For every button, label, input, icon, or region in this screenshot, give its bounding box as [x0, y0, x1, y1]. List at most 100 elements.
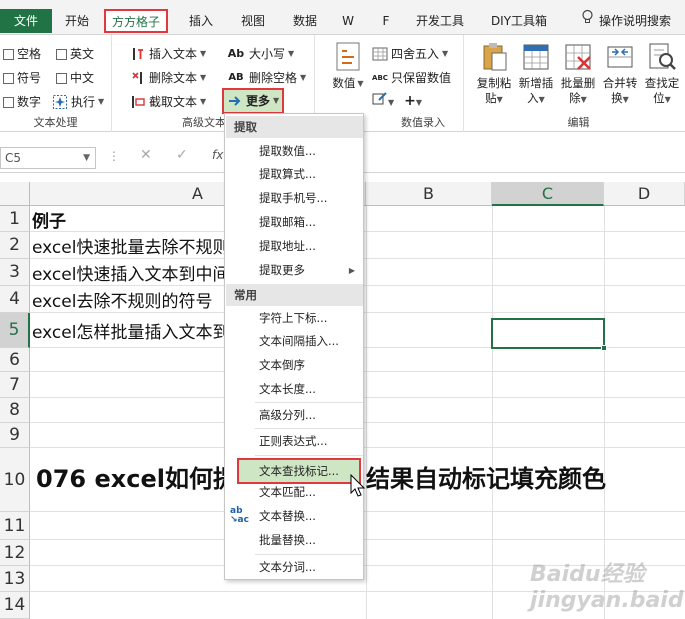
chevron-down-icon: ▼	[538, 95, 545, 104]
insert-new-button[interactable]: 新增插 入▼	[516, 41, 556, 107]
checkbox-box[interactable]	[3, 72, 14, 84]
checkbox-space[interactable]: 空格	[3, 44, 41, 64]
round-button[interactable]: 四舍五入 ▼	[372, 44, 448, 64]
menu-item-text-length[interactable]: 文本长度...	[226, 378, 363, 401]
chevron-down-icon[interactable]: ▼	[83, 148, 90, 168]
gridline	[366, 206, 367, 619]
column-header-b[interactable]: B	[366, 182, 492, 206]
chevron-down-icon: ▼	[288, 49, 295, 58]
row-header-2[interactable]: 2	[0, 232, 30, 259]
tell-me-label: 操作说明搜索	[598, 14, 671, 28]
tab-diy-toolbox[interactable]: DIY工具箱	[484, 9, 554, 33]
row-header-6[interactable]: 6	[0, 348, 30, 372]
menu-item-extract-formula[interactable]: 提取算式...	[226, 163, 363, 186]
menu-item-extract-more[interactable]: 提取更多 ▶	[226, 259, 363, 282]
row-header-5[interactable]: 5	[0, 313, 30, 348]
cell-a1[interactable]: 例子	[32, 206, 66, 232]
cell-a3[interactable]: excel快速插入文本到中间	[32, 259, 229, 286]
cancel-icon[interactable]: ✕	[140, 147, 152, 163]
batch-delete-button[interactable]: 批量删 除▼	[558, 41, 598, 107]
insert-text-icon	[130, 46, 146, 62]
row-header-10[interactable]: 10	[0, 448, 30, 512]
menu-item-superscript[interactable]: 字符上下标...	[226, 307, 363, 330]
plus-icon[interactable]: +▼	[404, 91, 422, 113]
menu-item-extract-number[interactable]: 提取数值...	[226, 140, 363, 163]
tab-fangfanggezi[interactable]: 方方格子	[104, 9, 168, 33]
arrow-right-icon	[227, 93, 243, 109]
checkbox-symbol[interactable]: 符号	[3, 68, 41, 88]
insert-text-button[interactable]: 插入文本 ▼	[130, 44, 206, 64]
menu-item-word-split[interactable]: 文本分词...	[226, 556, 363, 579]
chevron-down-icon: ▼	[580, 95, 587, 104]
tab-insert[interactable]: 插入	[178, 9, 224, 33]
extract-text-button[interactable]: 截取文本 ▼	[130, 92, 206, 112]
remove-spaces-button[interactable]: AB 删除空格 ▼	[226, 68, 306, 88]
group-text-processing: 空格 英文 符号 中文 数字 执行 ▼ 文本处理	[0, 35, 112, 132]
menu-item-interval-insert[interactable]: 文本间隔插入...	[226, 330, 363, 353]
tell-me-search[interactable]: 操作说明搜索	[568, 9, 684, 33]
keep-values-icon: ABC	[372, 74, 388, 82]
row-header-1[interactable]: 1	[0, 206, 30, 232]
checkbox-number[interactable]: 数字	[3, 92, 41, 112]
name-box[interactable]: C5 ▼	[0, 147, 96, 169]
checkbox-box[interactable]	[3, 96, 14, 108]
menu-item-regex[interactable]: 正则表达式...	[226, 430, 363, 453]
checkbox-english[interactable]: 英文	[56, 44, 94, 64]
checkbox-box[interactable]	[56, 48, 67, 60]
tab-file[interactable]: 文件	[0, 9, 52, 33]
row-header-8[interactable]: 8	[0, 398, 30, 423]
column-header-c[interactable]: C	[492, 182, 604, 206]
menu-item-extract-email[interactable]: 提取邮箱...	[226, 211, 363, 234]
edit-brush-icon[interactable]: ▼	[372, 91, 394, 113]
tab-f[interactable]: F	[372, 9, 400, 33]
menu-item-text-replace[interactable]: ab ↘ac 文本替换...	[226, 505, 363, 528]
row-header-7[interactable]: 7	[0, 372, 30, 398]
row-header-12[interactable]: 12	[0, 540, 30, 566]
menu-item-batch-replace[interactable]: 批量替换...	[226, 529, 363, 552]
enter-icon[interactable]: ✓	[176, 147, 188, 163]
menu-item-extract-address[interactable]: 提取地址...	[226, 235, 363, 258]
tab-view[interactable]: 视图	[230, 9, 276, 33]
menu-item-text-match[interactable]: 文本匹配...	[226, 481, 363, 504]
numeric-button[interactable]: 数值 ▼	[328, 41, 368, 91]
delete-text-button[interactable]: 删除文本 ▼	[130, 68, 206, 88]
group-edit: 复制粘 贴▼ 新增插 入▼ 批量删 除▼ 合并转 换▼ 查找定 位▼ 编辑	[472, 35, 685, 132]
find-locate-button[interactable]: 查找定 位▼	[642, 41, 682, 107]
row-header-9[interactable]: 9	[0, 423, 30, 448]
checkbox-box[interactable]	[3, 48, 14, 60]
delete-table-icon	[562, 41, 594, 73]
tab-data[interactable]: 数据	[282, 9, 328, 33]
more-button[interactable]: 更多 ▼	[222, 88, 285, 114]
insert-function-icon[interactable]: fx	[212, 148, 223, 162]
menu-separator	[255, 402, 363, 403]
fill-handle[interactable]	[601, 345, 607, 351]
select-all-corner[interactable]	[0, 182, 30, 206]
case-button[interactable]: Ab 大小写 ▼	[226, 44, 294, 64]
row-header-13[interactable]: 13	[0, 566, 30, 592]
keep-values-button[interactable]: ABC 只保留数值	[372, 68, 451, 88]
row-header-11[interactable]: 11	[0, 512, 30, 540]
menu-item-advanced-split[interactable]: 高级分列...	[226, 404, 363, 427]
cell-a10-title[interactable]: 076 excel如何提	[36, 448, 237, 504]
execute-button[interactable]: 执行 ▼	[52, 92, 104, 112]
row-header-4[interactable]: 4	[0, 286, 30, 313]
cell-a2[interactable]: excel快速批量去除不规则	[32, 232, 229, 259]
cell-a5[interactable]: excel怎样批量插入文本到	[32, 313, 229, 348]
tab-home[interactable]: 开始	[56, 9, 98, 33]
cell-a4[interactable]: excel去除不规则的符号	[32, 286, 212, 313]
merge-convert-button[interactable]: 合并转 换▼	[600, 41, 640, 107]
menu-item-reverse-text[interactable]: 文本倒序	[226, 354, 363, 377]
copy-paste-button[interactable]: 复制粘 贴▼	[474, 41, 514, 107]
column-header-d[interactable]: D	[604, 182, 685, 206]
menu-item-extract-phone[interactable]: 提取手机号...	[226, 187, 363, 210]
tab-developer[interactable]: 开发工具	[408, 9, 472, 33]
find-magnifier-icon	[646, 41, 678, 73]
case-icon: Ab	[227, 47, 245, 60]
checkbox-chinese[interactable]: 中文	[56, 68, 94, 88]
row-header-14[interactable]: 14	[0, 592, 30, 619]
tab-w[interactable]: W	[334, 9, 362, 33]
numeric-tools-row: ▼ +▼	[372, 92, 422, 112]
checkbox-box[interactable]	[56, 72, 67, 84]
active-cell-c5[interactable]	[491, 318, 607, 351]
row-header-3[interactable]: 3	[0, 259, 30, 286]
